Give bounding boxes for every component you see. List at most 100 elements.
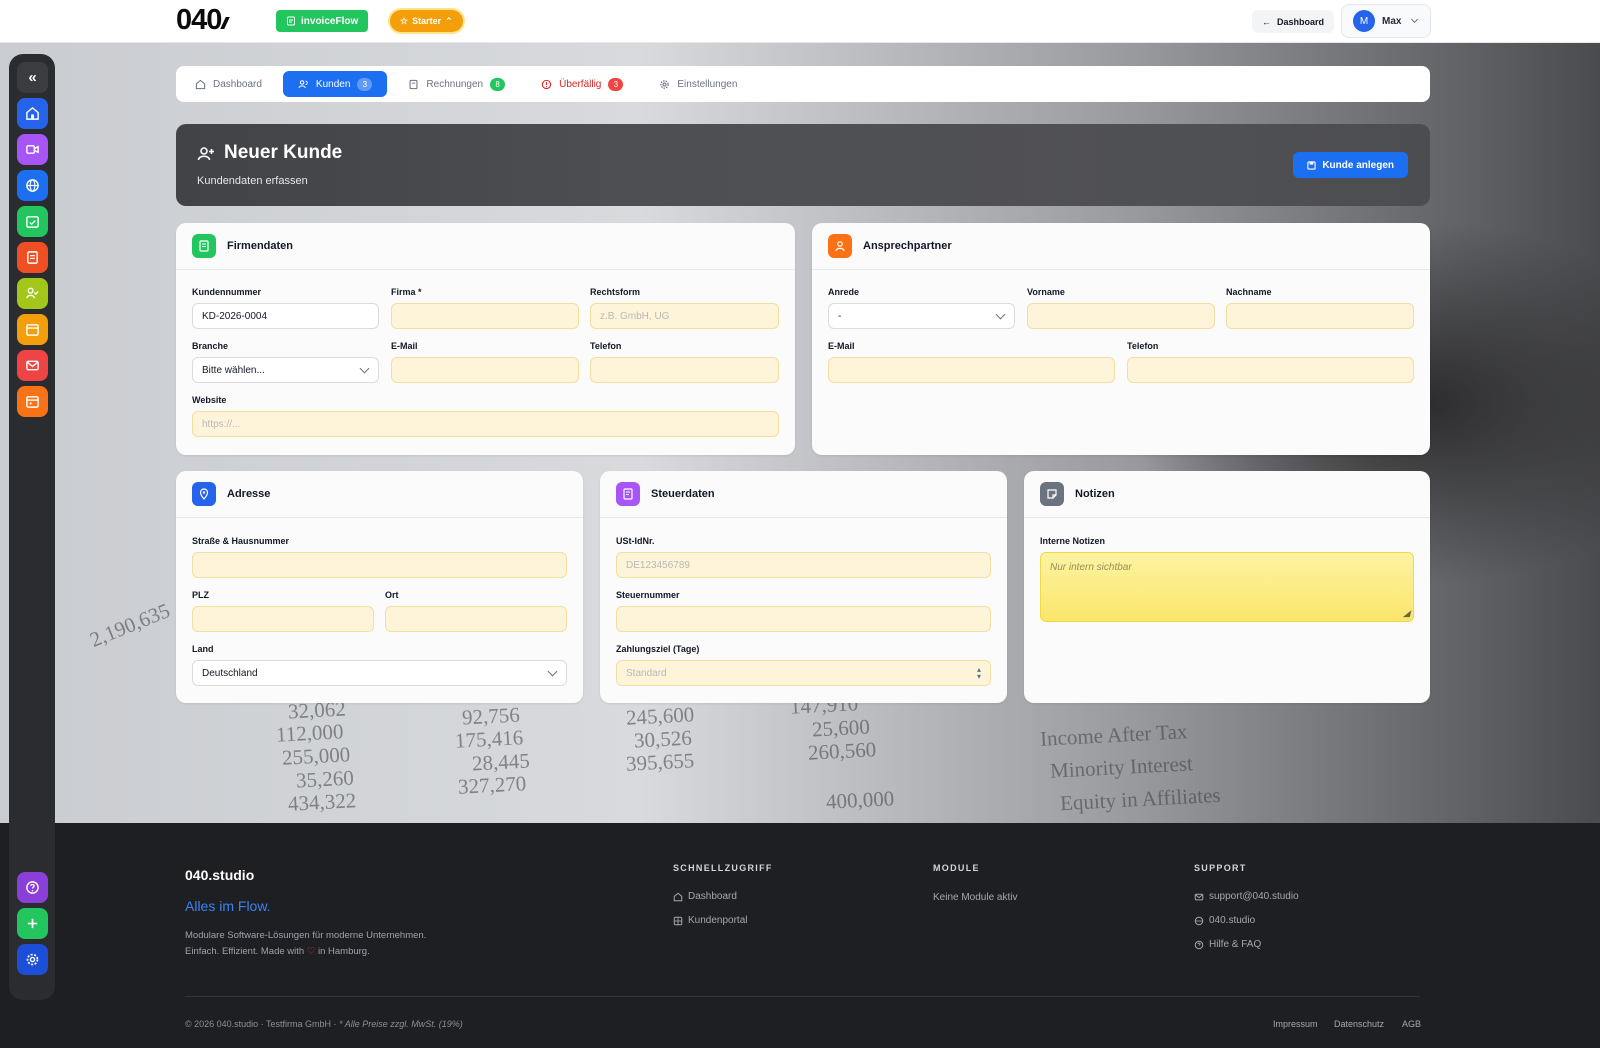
nachname-input[interactable] [1226, 303, 1414, 329]
tab-kunden[interactable]: Kunden 3 [282, 71, 388, 97]
sidebar-item-customers[interactable] [17, 278, 48, 309]
help-button[interactable] [17, 872, 48, 903]
firma-input[interactable] [391, 303, 579, 329]
save-customer-button[interactable]: Kunde anlegen [1293, 152, 1408, 178]
card-title: Firmendaten [227, 240, 294, 252]
footer-link-website[interactable]: 040.studio [1194, 915, 1255, 926]
calendar-icon [26, 396, 39, 408]
adresse-card: Adresse Straße & Hausnummer PLZ Ort Land… [176, 471, 583, 703]
anrede-select[interactable]: - [828, 303, 1015, 329]
collapse-sidebar-button[interactable]: « [17, 62, 48, 93]
home-icon [195, 79, 206, 89]
back-label: Dashboard [1277, 16, 1325, 27]
count-badge: 3 [608, 77, 624, 91]
sidebar-item-schedule[interactable] [17, 386, 48, 417]
steuernummer-input[interactable] [616, 606, 991, 632]
sidebar-item-tasks[interactable] [17, 206, 48, 237]
invoice-icon [27, 251, 38, 264]
add-button[interactable] [17, 908, 48, 939]
footer-link-agb[interactable]: AGB [1402, 1019, 1421, 1029]
copyright-text: © 2026 040.studio · Testfirma GmbH · [185, 1019, 337, 1029]
stepper-arrows-icon[interactable]: ▴ ▾ [977, 666, 981, 681]
footer-link-faq[interactable]: Hilfe & FAQ [1194, 939, 1261, 950]
sidebar-item-calendar[interactable] [17, 314, 48, 345]
sidebar-item-invoices[interactable] [17, 242, 48, 273]
steuernummer-label: Steuernummer [616, 590, 680, 600]
vorname-input[interactable] [1027, 303, 1215, 329]
anrede-label: Anrede [828, 287, 860, 297]
chevron-up-icon: ⌃ [445, 15, 453, 26]
avatar: M [1353, 10, 1375, 32]
website-label: Website [192, 395, 227, 405]
resize-handle-icon[interactable]: ◢ [1403, 608, 1410, 619]
sidebar: « [9, 54, 55, 1000]
tab-rechnungen[interactable]: Rechnungen 8 [393, 71, 520, 97]
back-to-dashboard-button[interactable]: ← Dashboard [1252, 10, 1335, 33]
card-title: Adresse [227, 488, 271, 500]
kundennummer-value: KD-2026-0004 [202, 310, 268, 322]
strasse-input[interactable] [192, 552, 567, 578]
chevron-down-icon [547, 666, 558, 677]
interne-notizen-textarea[interactable]: Nur intern sichtbar ◢ [1040, 552, 1414, 622]
plan-badge[interactable]: ☆ Starter ⌃ [390, 10, 463, 32]
mail-icon [26, 360, 39, 371]
bg-text: Equity in Affiliates [1059, 782, 1222, 816]
tab-ueberfaellig[interactable]: Überfällig 3 [526, 71, 638, 97]
ort-input[interactable] [385, 606, 567, 632]
telefon-input[interactable] [1127, 357, 1414, 383]
rechtsform-placeholder: z.B. GmbH, UG [600, 310, 670, 322]
branche-select[interactable]: Bitte wählen... [192, 357, 379, 383]
ustid-input[interactable]: DE123456789 [616, 552, 991, 578]
settings-button[interactable] [17, 944, 48, 975]
rechtsform-input[interactable]: z.B. GmbH, UG [590, 303, 779, 329]
ansprechpartner-card: Ansprechpartner Anrede - Vorname Nachnam… [812, 223, 1430, 455]
bg-text: 260,560 [807, 737, 877, 765]
bg-text: 327,270 [457, 771, 527, 799]
firmendaten-card: Firmendaten Kundennummer KD-2026-0004 Fi… [176, 223, 795, 455]
user-menu[interactable]: M Max [1341, 4, 1431, 38]
kundennummer-input[interactable]: KD-2026-0004 [192, 303, 379, 329]
footer-description: Modulare Software-Lösungen für moderne U… [185, 928, 426, 960]
email-input[interactable] [391, 357, 579, 383]
telefon-input[interactable] [590, 357, 779, 383]
land-select[interactable]: Deutschland [192, 660, 567, 686]
bg-text: 395,655 [625, 748, 695, 776]
tab-einstellungen[interactable]: Einstellungen [644, 71, 752, 97]
home-icon [673, 892, 683, 901]
tab-label: Überfällig [559, 78, 602, 90]
schnellzugriff-title: SCHNELLZUGRIFF [673, 863, 773, 873]
link-label: Kundenportal [688, 915, 748, 926]
save-label: Kunde anlegen [1322, 159, 1394, 171]
calendar-check-icon [26, 216, 39, 228]
nachname-label: Nachname [1226, 287, 1272, 297]
building-icon [192, 234, 216, 258]
bg-text: 400,000 [825, 786, 895, 814]
logo[interactable]: 040 [176, 4, 231, 37]
footer-link-datenschutz[interactable]: Datenschutz [1334, 1019, 1384, 1029]
website-input[interactable]: https://... [192, 411, 779, 437]
footer-link-kundenportal[interactable]: Kundenportal [673, 915, 748, 926]
help-icon [26, 881, 39, 894]
tab-dashboard[interactable]: Dashboard [180, 71, 277, 97]
app-badge[interactable]: invoiceFlow [276, 10, 369, 32]
plz-input[interactable] [192, 606, 374, 632]
website-placeholder: https://... [202, 418, 241, 430]
sidebar-item-web[interactable] [17, 170, 48, 201]
anrede-value: - [838, 310, 842, 322]
sidebar-item-mail[interactable] [17, 350, 48, 381]
footer-link-support-mail[interactable]: support@040.studio [1194, 891, 1299, 902]
home-icon [26, 106, 39, 120]
chevron-down-icon [1411, 15, 1419, 24]
sidebar-item-video[interactable] [17, 134, 48, 165]
email-input[interactable] [828, 357, 1115, 383]
video-icon [26, 145, 39, 154]
zahlungsziel-stepper[interactable]: Standard ▴ ▾ [616, 660, 991, 686]
gear-icon [660, 79, 670, 89]
heart-icon: ♡ [306, 946, 316, 957]
sidebar-item-home[interactable] [17, 98, 48, 129]
footer-link-impressum[interactable]: Impressum [1273, 1019, 1318, 1029]
link-label: Dashboard [688, 891, 737, 902]
footer-brand: 040.studio [185, 867, 255, 883]
footer-link-dashboard[interactable]: Dashboard [673, 891, 737, 902]
email-label: E-Mail [828, 341, 855, 351]
